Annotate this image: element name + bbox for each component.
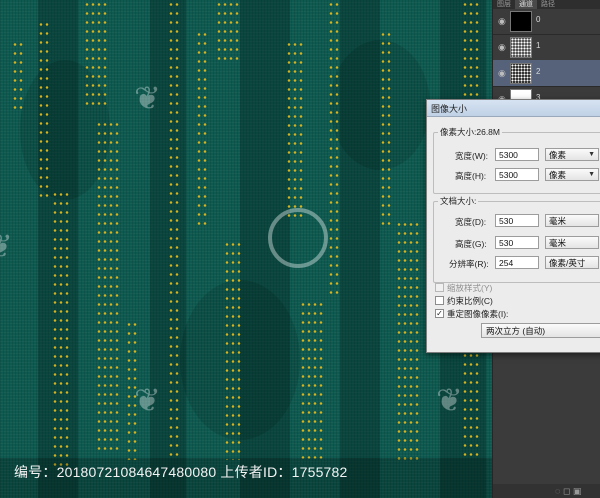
- pixel-height-unit: 像素: [549, 170, 567, 180]
- resolution-label: 分辨率(R):: [449, 259, 489, 269]
- resolution-unit-select[interactable]: 像素/英寸: [545, 256, 599, 269]
- resample-method-select[interactable]: 两次立方 (自动): [481, 323, 600, 338]
- watermark-icon: ❦: [436, 382, 463, 418]
- eye-icon[interactable]: ◉: [498, 16, 506, 27]
- dot-column: [396, 220, 420, 460]
- resolution-input[interactable]: 254: [495, 256, 539, 269]
- dot-column: [38, 20, 50, 200]
- channel-thumbnail: [510, 37, 532, 58]
- pixel-width-unit-select[interactable]: 像素 ▼: [545, 148, 599, 161]
- channel-row[interactable]: ◉ 0: [493, 8, 600, 35]
- watermark-logo: [268, 208, 378, 278]
- pixel-width-label: 宽度(W):: [455, 151, 489, 161]
- dot-column: [380, 30, 392, 230]
- pixel-dimensions-group: 像素大小:26.8M: [433, 126, 600, 194]
- pixel-height-label: 高度(H):: [455, 171, 487, 181]
- channel-name: 1: [536, 41, 541, 50]
- doc-height-unit: 毫米: [549, 238, 567, 248]
- watermark-icon: ❦: [134, 382, 161, 418]
- doc-height-label: 高度(G):: [455, 239, 487, 249]
- doc-width-unit-select[interactable]: 毫米: [545, 214, 599, 227]
- dot-column: [286, 40, 304, 220]
- image-info-bar: 编号：20180721084647480080 上传者ID：1755782: [0, 458, 492, 498]
- scale-styles-checkbox[interactable]: [435, 283, 444, 292]
- channel-thumbnail: [510, 63, 532, 84]
- image-canvas[interactable]: ❦ ❦ ❦ ❦ 编号：20180721084647480080 上传者ID：17…: [0, 0, 492, 498]
- scale-styles-label: 缩放样式(Y): [447, 283, 493, 293]
- dot-column: [224, 240, 242, 460]
- pixel-height-unit-select[interactable]: 像素 ▼: [545, 168, 599, 181]
- doc-height-input[interactable]: 530: [495, 236, 539, 249]
- dot-column: [216, 0, 240, 60]
- pixel-width-input[interactable]: 5300: [495, 148, 539, 161]
- constrain-proportions-label: 约束比例(C): [447, 296, 493, 306]
- dot-column: [96, 120, 120, 450]
- pixel-width-unit: 像素: [549, 150, 567, 160]
- channel-thumbnail: [510, 11, 532, 32]
- channel-name: 0: [536, 15, 541, 24]
- chevron-down-icon: ▼: [588, 151, 595, 158]
- dot-column: [12, 40, 24, 110]
- resample-label: 重定图像像素(I):: [447, 309, 509, 319]
- dot-column: [52, 190, 70, 470]
- resample-checkbox[interactable]: ✓: [435, 309, 444, 318]
- pixel-dimensions-legend: 像素大小:26.8M: [438, 126, 502, 138]
- dialog-titlebar[interactable]: 图像大小: [427, 100, 600, 117]
- dot-column: [196, 30, 208, 230]
- image-size-dialog: 图像大小 像素大小:26.8M 宽度(W): 5300 像素 ▼ 高度(H): 5…: [426, 99, 600, 353]
- doc-width-input[interactable]: 530: [495, 214, 539, 227]
- watermark-logo-mark: [268, 208, 328, 268]
- channel-name: 2: [536, 67, 541, 76]
- panel-actions-icon[interactable]: ◌ ◻ ▣: [555, 486, 581, 497]
- doc-height-unit-select[interactable]: 毫米: [545, 236, 599, 249]
- watermark-icon: ❦: [0, 230, 13, 262]
- channel-row-selected[interactable]: ◉ 2: [493, 60, 600, 87]
- dialog-title: 图像大小: [431, 104, 468, 114]
- dot-column: [300, 300, 324, 460]
- doc-width-unit: 毫米: [549, 216, 567, 226]
- eye-icon[interactable]: ◉: [498, 68, 506, 79]
- panel-bottom-bar: ◌ ◻ ▣: [493, 484, 600, 498]
- document-size-legend: 文档大小:: [438, 195, 479, 207]
- pixel-height-input[interactable]: 5300: [495, 168, 539, 181]
- constrain-proportions-checkbox[interactable]: [435, 296, 444, 305]
- image-info-text: 编号：20180721084647480080 上传者ID：1755782: [14, 464, 348, 480]
- channel-row[interactable]: ◉ 1: [493, 34, 600, 61]
- eye-icon[interactable]: ◉: [498, 42, 506, 53]
- chevron-down-icon: ▼: [588, 171, 595, 178]
- resolution-unit: 像素/英寸: [549, 258, 586, 268]
- dot-column: [168, 0, 180, 460]
- watermark-icon: ❦: [134, 80, 161, 116]
- dot-column: [84, 0, 108, 110]
- doc-width-label: 宽度(D):: [455, 217, 487, 227]
